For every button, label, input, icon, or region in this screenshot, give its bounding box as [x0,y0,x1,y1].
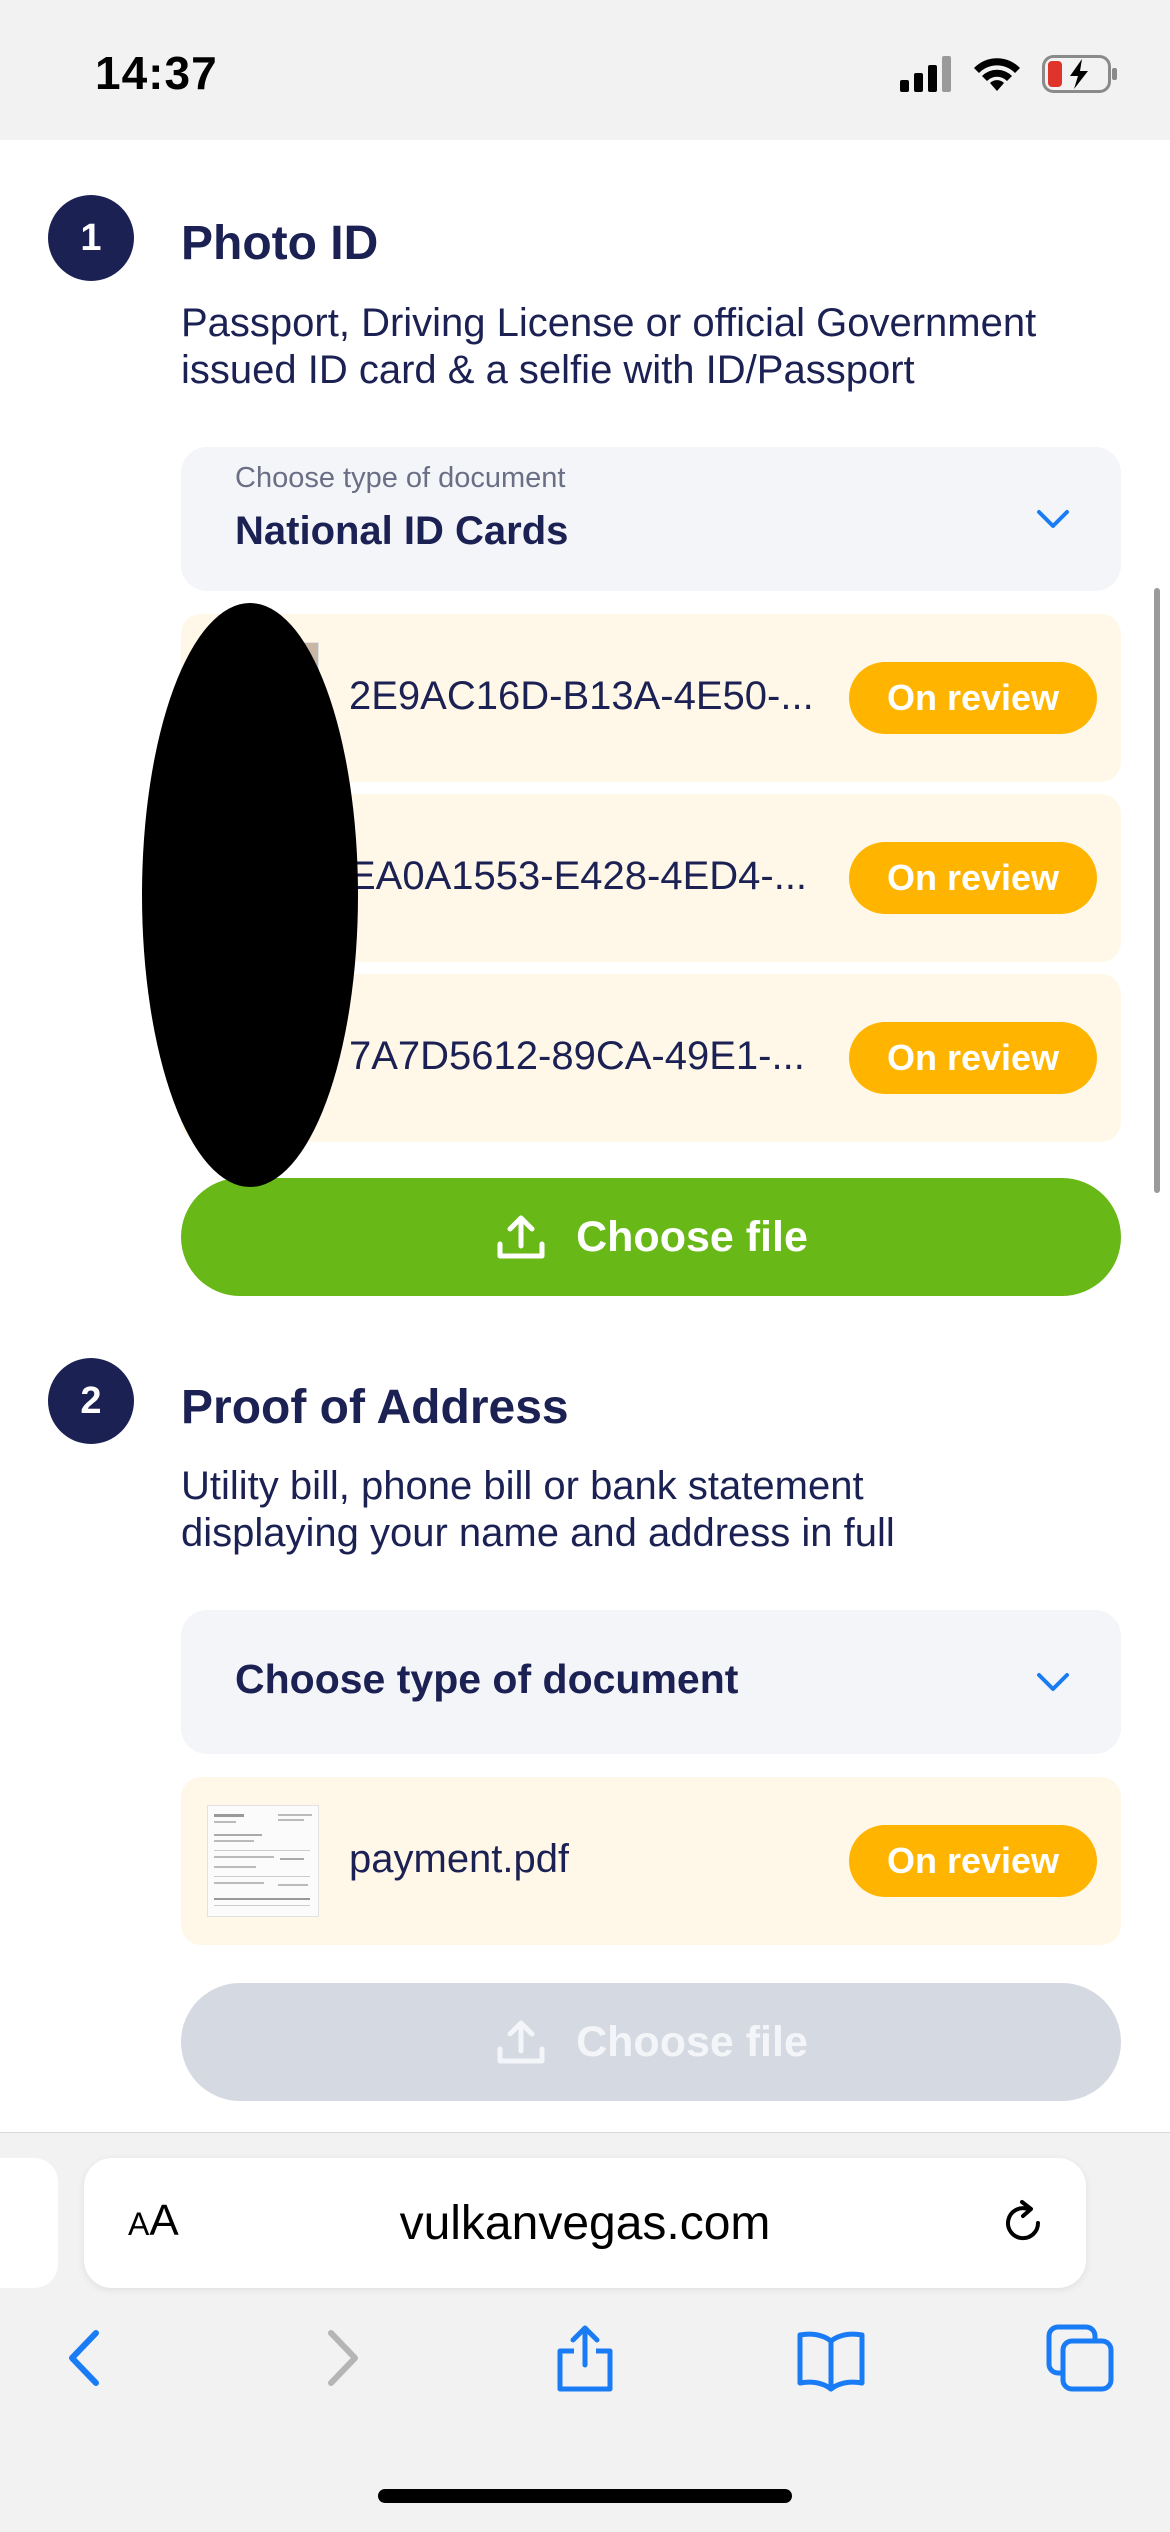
description-line: Utility bill, phone bill or bank stateme… [181,1464,864,1508]
description-line: Passport, Driving License or official Go… [181,301,1037,345]
previous-tab-preview[interactable] [0,2158,58,2288]
select-label: Choose type of document [235,462,566,494]
step-badge-2: 2 [48,1358,134,1444]
section-description-photo-id: Passport, Driving License or official Go… [181,300,1141,394]
file-name: payment.pdf [349,1837,570,1881]
step-badge-1: 1 [48,195,134,281]
home-indicator[interactable] [378,2489,792,2503]
status-badge: On review [849,662,1097,734]
browser-toolbar: AA vulkanvegas.com [0,2132,1170,2532]
select-value: National ID Cards [235,509,569,553]
address-bar[interactable]: AA vulkanvegas.com [84,2158,1086,2288]
section-description-proof-of-address: Utility bill, phone bill or bank stateme… [181,1463,1141,1557]
upload-icon [497,2020,545,2064]
document-type-select[interactable]: Choose type of document National ID Card… [181,447,1121,591]
uploaded-file-row: payment.pdf On review [181,1777,1121,1945]
document-preview-icon [208,1806,318,1916]
bookmarks-icon[interactable] [796,2323,866,2393]
choose-file-button[interactable]: Choose file [181,1178,1121,1296]
chevron-down-icon [1037,510,1069,528]
url-text: vulkanvegas.com [399,2197,771,2250]
file-name: EA0A1553-E428-4ED4-... [349,854,808,898]
signal-icon [900,56,951,92]
reload-icon[interactable] [998,2198,1048,2248]
file-name: 7A7D5612-89CA-49E1-... [349,1034,805,1078]
status-badge: On review [849,842,1097,914]
tabs-icon[interactable] [1045,2323,1115,2393]
scrollbar-thumb[interactable] [1154,588,1160,1193]
wifi-icon [974,58,1020,91]
redaction-mask [142,603,358,1187]
choose-file-label: Choose file [576,1212,808,1261]
status-time: 14:37 [95,47,218,99]
status-badge: On review [849,1022,1097,1094]
description-line: displaying your name and address in full [181,1511,895,1555]
back-icon[interactable] [52,2323,122,2393]
status-bar: 14:37 [0,0,1170,140]
status-icons [900,50,1118,98]
chevron-down-icon [1037,1673,1069,1691]
file-name: 2E9AC16D-B13A-4E50-... [349,674,814,718]
select-placeholder: Choose type of document [235,1656,739,1702]
section-title-photo-id: Photo ID [181,217,379,270]
description-line: issued ID card & a selfie with ID/Passpo… [181,348,915,392]
forward-icon[interactable] [305,2323,375,2393]
status-badge: On review [849,1825,1097,1897]
pdf-thumbnail [207,1805,319,1917]
choose-file-button-disabled[interactable]: Choose file [181,1983,1121,2101]
battery-charging-icon [1042,55,1117,93]
section-title-proof-of-address: Proof of Address [181,1381,569,1434]
page-content: 1 Photo ID Passport, Driving License or … [0,140,1170,2132]
share-icon[interactable] [550,2323,620,2393]
upload-icon [497,1215,545,1259]
document-type-select[interactable]: Choose type of document [181,1610,1121,1754]
choose-file-label: Choose file [576,2017,808,2066]
